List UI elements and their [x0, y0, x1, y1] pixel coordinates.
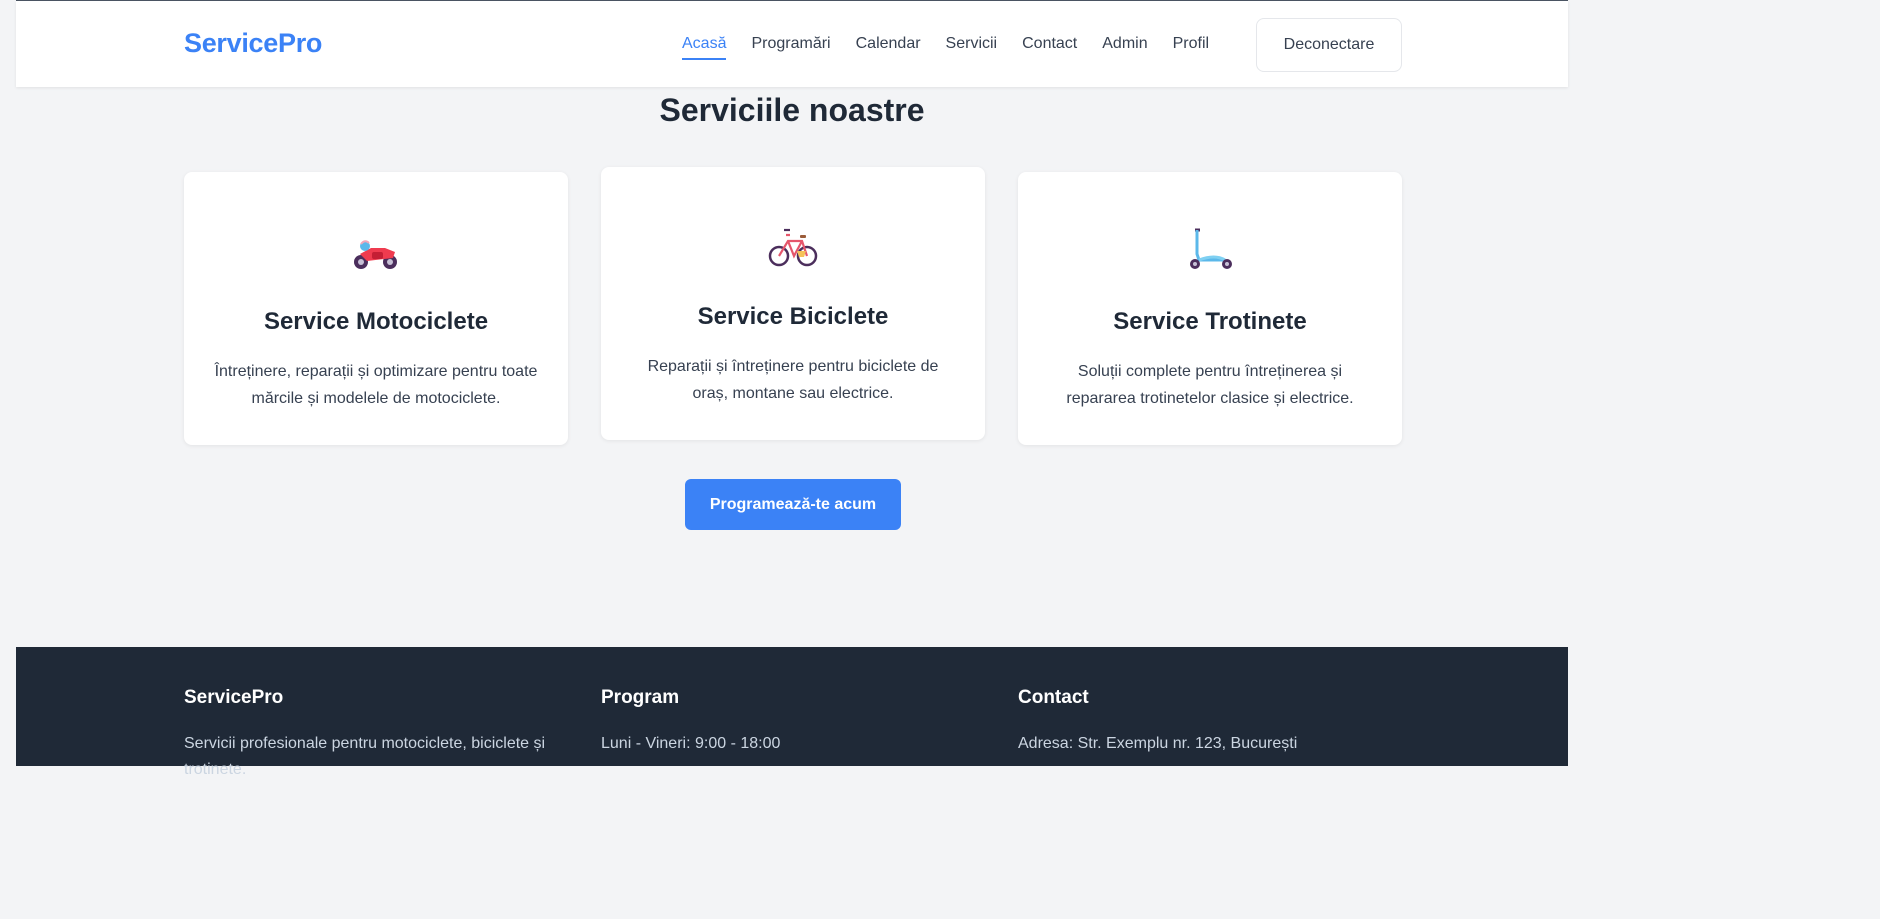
book-now-button[interactable]: Programează-te acum [685, 479, 901, 530]
site-logo[interactable]: ServicePro [184, 28, 322, 59]
footer-contact-title: Contact [1018, 687, 1089, 708]
footer-about-title: ServicePro [184, 687, 284, 708]
footer-program: Program Luni - Vineri: 9:00 - 18:00 [601, 687, 991, 757]
section-title: Serviciile noastre [659, 92, 925, 128]
motorcycle-icon [354, 240, 397, 269]
main-nav: Acasă Programări Calendar Servicii Conta… [682, 35, 1234, 60]
card-title: Service Biciclete [697, 303, 889, 330]
card-title: Service Motociclete [263, 308, 489, 335]
card-description: Soluții complete pentru întreținerea și … [1066, 363, 1354, 407]
nav-link-acasa[interactable]: Acasă [682, 35, 727, 60]
footer-about: ServicePro Servicii profesionale pentru … [184, 687, 574, 783]
site-header: ServicePro Acasă Programări Calendar Ser… [16, 1, 1568, 87]
logout-button[interactable]: Deconectare [1256, 18, 1402, 72]
nav-link-programari[interactable]: Programări [751, 35, 830, 60]
nav-link-admin[interactable]: Admin [1102, 35, 1147, 60]
footer-program-title: Program [601, 687, 680, 708]
nav-link-profil[interactable]: Profil [1173, 35, 1209, 60]
bicycle-icon [768, 228, 818, 267]
card-description: Întreținere, reparații și optimizare pen… [214, 363, 538, 407]
footer-program-hours: Luni - Vineri: 9:00 - 18:00 [601, 735, 781, 752]
nav-link-contact[interactable]: Contact [1022, 35, 1077, 60]
service-card-trotinete[interactable]: Service Trotinete Soluții complete pentr… [1018, 172, 1402, 445]
footer-about-text: Servicii profesionale pentru motociclete… [184, 735, 546, 778]
left-gutter [0, 0, 16, 766]
footer-contact: Contact Adresa: Str. Exemplu nr. 123, Bu… [1018, 687, 1408, 757]
site-footer: ServicePro Servicii profesionale pentru … [16, 647, 1568, 778]
card-title: Service Trotinete [1113, 308, 1307, 335]
scooter-icon [1190, 228, 1232, 269]
nav-link-servicii[interactable]: Servicii [946, 35, 998, 60]
footer-contact-address: Adresa: Str. Exemplu nr. 123, București [1018, 735, 1298, 752]
card-description: Reparații și întreținere pentru biciclet… [647, 358, 939, 402]
service-card-biciclete[interactable]: Service Biciclete Reparații și întreține… [601, 167, 985, 440]
service-card-motociclete[interactable]: Service Motociclete Întreținere, reparaț… [184, 172, 568, 445]
page: ServicePro Acasă Programări Calendar Ser… [0, 0, 1568, 778]
nav-link-calendar[interactable]: Calendar [856, 35, 921, 60]
